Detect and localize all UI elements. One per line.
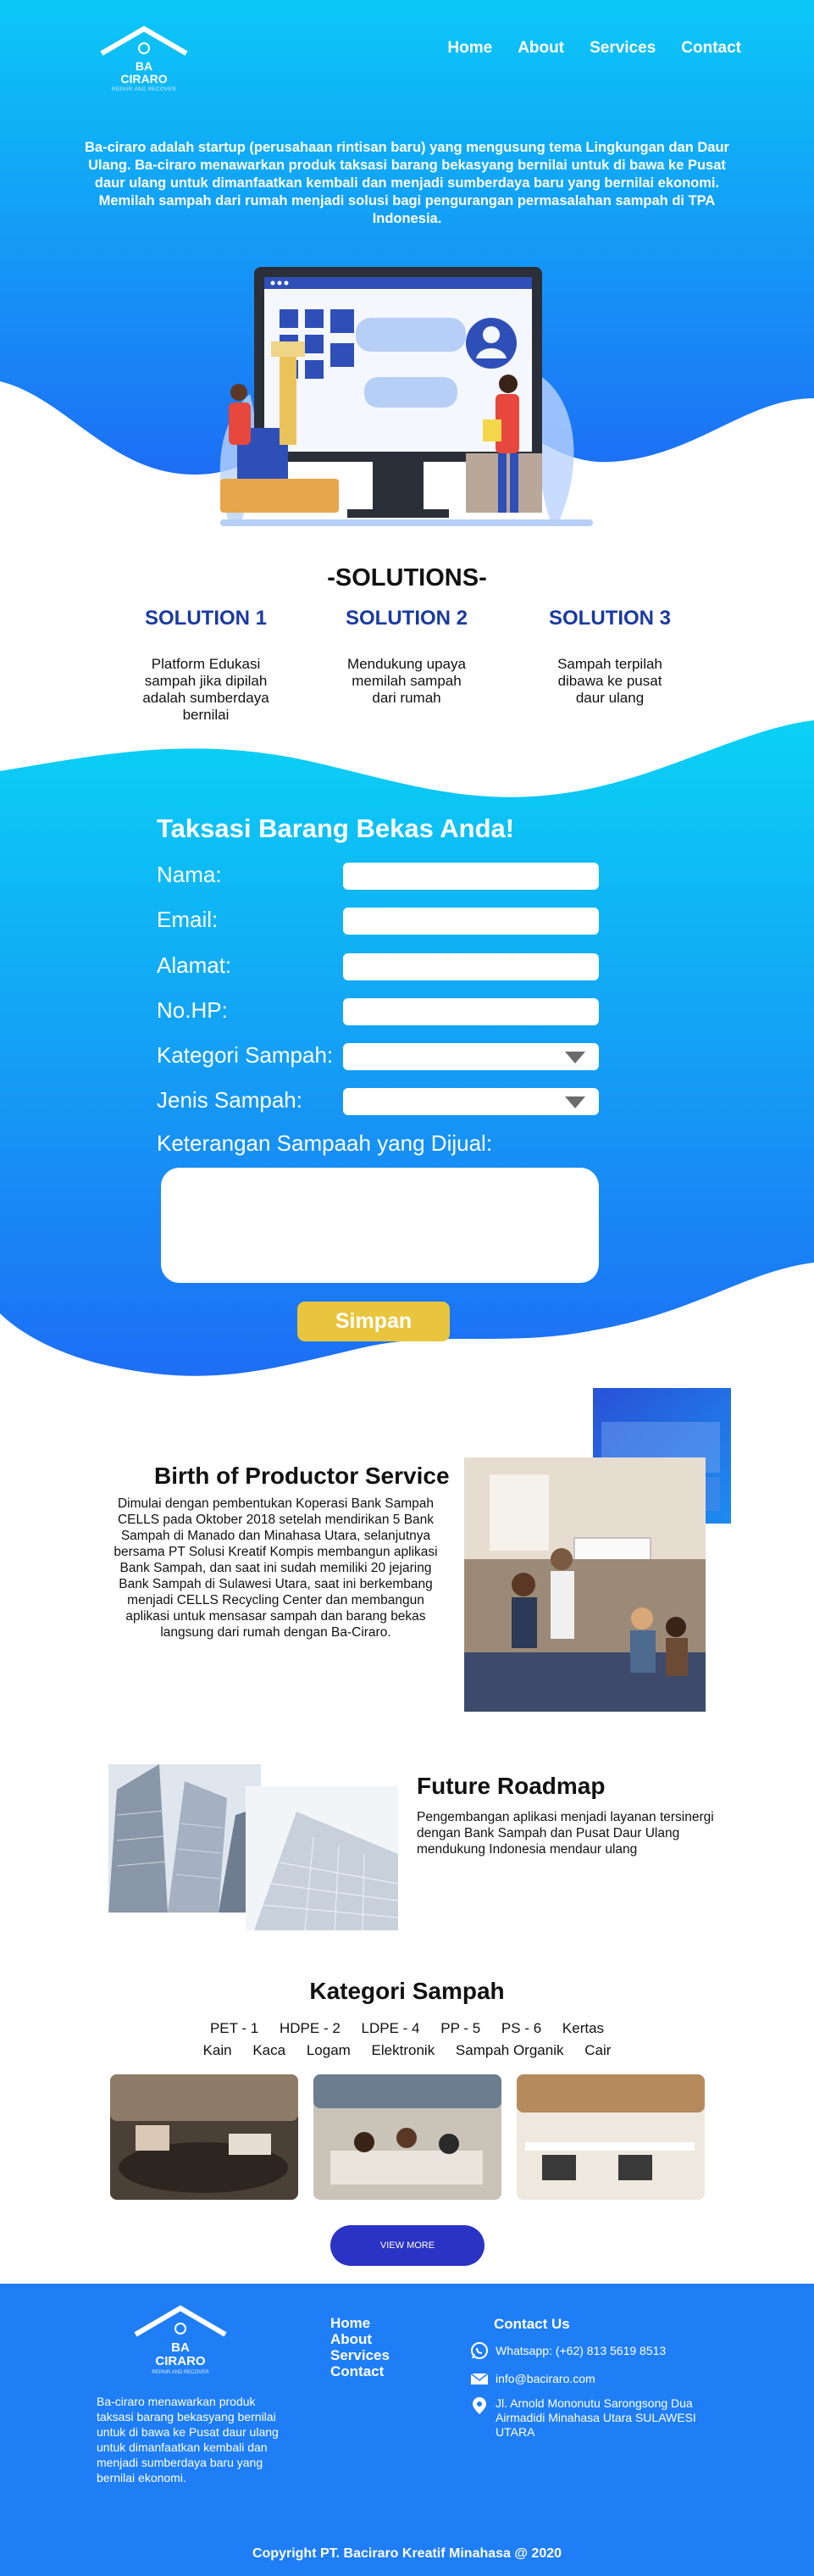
kategori-label: Kategori Sampah: [157, 1042, 334, 1068]
save-button[interactable]: Simpan [297, 1302, 450, 1341]
kategori-item: PP - 5 [440, 2020, 481, 2036]
kategori-photo-1[interactable] [110, 2074, 298, 2200]
contact-title: Contact Us [494, 2316, 570, 2332]
email-text: info@baciraro.com [496, 2372, 595, 2385]
keterangan-label: Keterangan Sampaah yang Dijual: [157, 1130, 493, 1156]
keterangan-textarea[interactable] [161, 1168, 599, 1283]
kategori-row-1: PET - 1 HDPE - 2 LDPE - 4 PP - 5 PS - 6 … [0, 2020, 814, 2037]
main-nav: Home About Services Contact [447, 39, 741, 58]
view-more-button[interactable]: VIEW MORE [330, 2225, 485, 2266]
kategori-row-2: Kain Kaca Logam Elektronik Sampah Organi… [0, 2042, 814, 2059]
kategori-item: PS - 6 [501, 2020, 542, 2036]
footer-link-services[interactable]: Services [330, 2347, 390, 2363]
kategori-item: Kain [202, 2042, 232, 2058]
solution-desc: Mendukung upaya memilah sampah dari ruma… [347, 656, 466, 706]
footer-links: Home About Services Contact [330, 2315, 390, 2379]
hero-intro-text: Ba-ciraro adalah startup (perusahaan rin… [85, 140, 729, 226]
kategori-photo-2[interactable] [313, 2074, 501, 2200]
nama-input[interactable] [343, 863, 599, 890]
house-roof-icon [100, 25, 188, 56]
mail-icon [470, 2373, 489, 2384]
nav-contact[interactable]: Contact [681, 39, 741, 58]
brand-logo[interactable]: BA CIRARO REPAIR AND RECOVER [93, 25, 195, 102]
footer-logo[interactable]: BA CIRARO REPAIR AND RECOVER [125, 2305, 235, 2381]
brand-name-line1: BA [135, 59, 153, 73]
building-photo-1 [108, 1764, 261, 1913]
roadmap-text: Pengembangan aplikasi menjadi layanan te… [417, 1810, 714, 1857]
contact-address: Jl. Arnold Mononutu Sarongsong Dua Airma… [470, 2396, 741, 2440]
nav-home[interactable]: Home [447, 39, 492, 58]
kategori-title: Kategori Sampah [309, 1978, 505, 2004]
solution-title: SOLUTION 2 [345, 607, 468, 630]
footer-link-about[interactable]: About [330, 2331, 390, 2347]
kategori-item: HDPE - 2 [280, 2020, 341, 2036]
dropdown-arrow-icon [565, 1096, 585, 1108]
solution-title: SOLUTION 3 [548, 607, 671, 630]
building-photo-2 [246, 1786, 398, 1930]
nav-about[interactable]: About [518, 39, 564, 58]
solution-card-3: SOLUTION 3 Sampah terpilah dibawa ke pus… [529, 607, 690, 707]
location-pin-icon [473, 2397, 486, 2414]
kategori-item: Kaca [252, 2042, 286, 2058]
kategori-item: Elektronik [371, 2042, 435, 2058]
kategori-item: Kertas [562, 2020, 605, 2036]
kategori-item: Cair [584, 2042, 612, 2058]
solution-desc: Platform Edukasi sampah jika dipilah ada… [142, 656, 269, 723]
kategori-select[interactable] [343, 1043, 599, 1070]
kategori-item: PET - 1 [209, 2020, 259, 2036]
solutions-title: -SOLUTIONS- [327, 564, 487, 591]
hero-illustration [219, 267, 593, 526]
email-label: Email: [157, 907, 219, 932]
footer-link-home[interactable]: Home [330, 2315, 390, 2331]
copyright: Copyright PT. Baciraro Kreatif Minahasa … [252, 2546, 562, 2561]
email-input[interactable] [343, 908, 599, 935]
nohp-label: No.HP: [157, 997, 228, 1023]
alamat-input[interactable] [343, 953, 599, 980]
kategori-item: LDPE - 4 [361, 2020, 420, 2036]
brand-tagline: REPAIR AND RECOVER [111, 87, 177, 92]
nav-services[interactable]: Services [590, 39, 656, 58]
birth-title: Birth of Productor Service [154, 1463, 450, 1489]
roadmap-title: Future Roadmap [417, 1773, 606, 1799]
footer-link-contact[interactable]: Contact [330, 2363, 390, 2379]
footer-description: Ba-ciraro menawarkan produk taksasi bara… [97, 2395, 279, 2484]
whatsapp-icon [471, 2342, 488, 2359]
nama-label: Nama: [157, 862, 222, 887]
brand-name-line2: CIRARO [155, 2354, 206, 2368]
solution-desc: Sampah terpilah dibawa ke pusat daur ula… [557, 656, 662, 706]
solution-card-1: SOLUTION 1 Platform Edukasi sampah jika … [125, 607, 286, 724]
team-meeting-photo [464, 1457, 706, 1712]
alamat-label: Alamat: [157, 952, 232, 978]
kategori-photo-3[interactable] [517, 2074, 705, 2200]
dropdown-arrow-icon [565, 1052, 585, 1063]
house-roof-icon [134, 2305, 227, 2337]
kategori-item: Logam [306, 2042, 351, 2058]
solution-title: SOLUTION 1 [144, 607, 267, 630]
jenis-label: Jenis Sampah: [157, 1087, 302, 1113]
birth-text: Dimulai dengan pembentukan Koperasi Bank… [114, 1496, 438, 1640]
kategori-item: Sampah Organik [455, 2042, 564, 2058]
brand-name-line2: CIRARO [120, 72, 168, 86]
whatsapp-text: Whatsapp: (+62) 813 5619 8513 [496, 2344, 667, 2357]
contact-email[interactable]: info@baciraro.com [470, 2369, 595, 2388]
form-title: Taksasi Barang Bekas Anda! [157, 813, 515, 843]
brand-name-line1: BA [171, 2340, 190, 2355]
brand-tagline: REPAIR AND RECOVER [152, 2370, 209, 2375]
solution-card-2: SOLUTION 2 Mendukung upaya memilah sampa… [326, 607, 487, 707]
address-text: Jl. Arnold Mononutu Sarongsong Dua Airma… [496, 2396, 696, 2439]
contact-whatsapp[interactable]: Whatsapp: (+62) 813 5619 8513 [470, 2341, 666, 2360]
nohp-input[interactable] [343, 998, 599, 1025]
jenis-select[interactable] [343, 1088, 599, 1115]
